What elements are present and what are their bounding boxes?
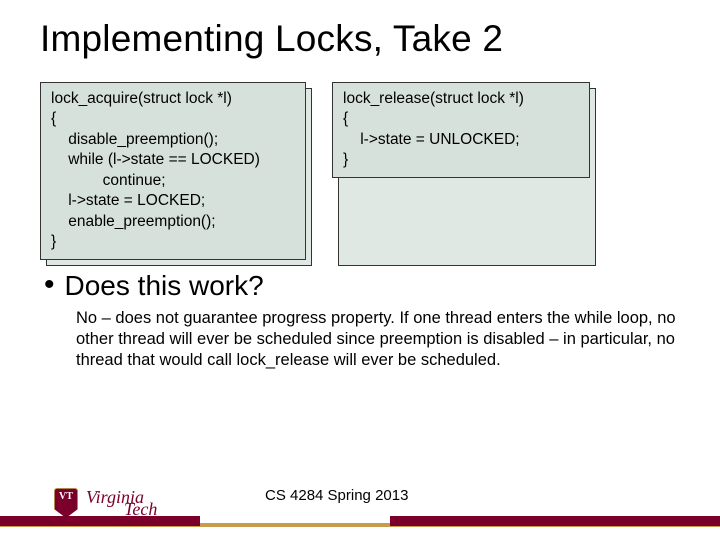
slide: Implementing Locks, Take 2 lock_acquire(…: [0, 0, 720, 540]
footer: CS 4284 Spring 2013 Virginia Tech: [0, 478, 720, 540]
code-box-release-wrap: lock_release(struct lock *l) { l->state …: [332, 82, 590, 260]
bullet-question: Does this work?: [65, 270, 264, 302]
code-box-release: lock_release(struct lock *l) { l->state …: [332, 82, 590, 178]
vt-word-tech: Tech: [124, 501, 157, 517]
code-box-acquire: lock_acquire(struct lock *l) { disable_p…: [40, 82, 306, 260]
footer-bars: [0, 524, 720, 530]
code-columns: lock_acquire(struct lock *l) { disable_p…: [40, 82, 680, 260]
course-label: CS 4284 Spring 2013: [265, 487, 408, 504]
bar-maroon-right: [390, 516, 720, 526]
bar-maroon-left: [0, 516, 200, 526]
slide-title: Implementing Locks, Take 2: [40, 18, 680, 60]
vt-logo: Virginia Tech: [54, 488, 157, 518]
bullet-row: • Does this work?: [40, 270, 680, 302]
vt-wordmark: Virginia Tech: [86, 489, 157, 517]
code-box-acquire-wrap: lock_acquire(struct lock *l) { disable_p…: [40, 82, 306, 260]
bullet-dot: •: [44, 270, 55, 300]
explanation-text: No – does not guarantee progress propert…: [76, 308, 680, 371]
vt-shield-icon: [54, 488, 78, 518]
